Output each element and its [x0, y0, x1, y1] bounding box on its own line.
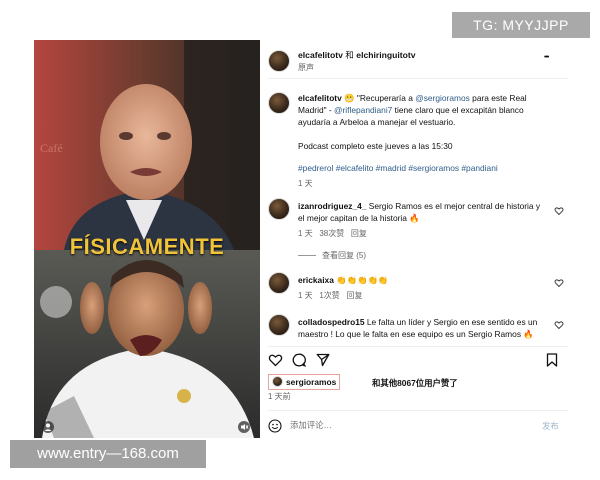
mute-icon[interactable]	[238, 420, 250, 433]
watermark-top-right: TG: MYYJJPP	[452, 12, 590, 38]
caption-podcast: Podcast completo este jueves a las 15:30	[298, 141, 453, 151]
comment-3: colladospedro15 Le falta un líder y Serg…	[298, 317, 538, 339]
caption-emoji: 😬	[344, 93, 355, 103]
comment-avatar[interactable]	[268, 272, 290, 294]
comment-like-heart-icon[interactable]	[554, 206, 564, 216]
caption-hashtags[interactable]: #pedrerol #elcafelito #madrid #sergioram…	[298, 162, 552, 174]
svg-text:Café: Café	[40, 141, 63, 155]
comment-input-bar: 发布	[268, 410, 568, 439]
like-heart-icon[interactable]	[268, 353, 283, 367]
replies-divider	[298, 255, 316, 257]
comment-user[interactable]: izanrodriguez_4_	[298, 201, 366, 211]
comment-avatar[interactable]	[268, 198, 290, 220]
comment-input[interactable]	[290, 418, 510, 432]
comment-2-meta: 1 天 1次赞 回复	[298, 291, 363, 300]
post-header: elcafelitotv 和 elchiringuitotv 原声 •••	[268, 40, 568, 79]
author-avatar[interactable]	[268, 50, 290, 72]
comment-2: erickaixa 👏👏👏👏👏	[298, 275, 389, 285]
caption-author-avatar[interactable]	[268, 92, 290, 114]
more-options-button[interactable]: •••	[544, 54, 549, 61]
post-comment-button[interactable]: 发布	[542, 420, 559, 432]
header-and: 和	[345, 50, 354, 60]
action-bar	[268, 346, 568, 369]
comment-avatar[interactable]	[268, 314, 290, 336]
view-replies-link[interactable]: 查看回复 (5)	[298, 250, 366, 261]
post-panel: elcafelitotv 和 elchiringuitotv 原声 ••• el…	[268, 40, 568, 438]
comment-like-heart-icon[interactable]	[554, 278, 564, 288]
comment-user[interactable]: colladospedro15	[298, 317, 365, 327]
comment-1: izanrodriguez_4_ Sergio Ramos es el mejo…	[298, 201, 541, 223]
save-bookmark-icon[interactable]	[546, 353, 558, 367]
comment-user[interactable]: erickaixa	[298, 275, 334, 285]
mention-sergioramos[interactable]: @sergioramos	[415, 93, 470, 103]
user-tag-icon[interactable]	[42, 420, 54, 433]
emoji-icon[interactable]	[268, 419, 282, 433]
comment-bubble-icon[interactable]	[292, 353, 306, 367]
comment-like-heart-icon[interactable]	[554, 320, 564, 330]
caption-time: 1 天	[298, 179, 313, 188]
likes-summary[interactable]: sergioramos	[268, 374, 341, 390]
comment-1-meta: 1 天 38次赞 回复	[298, 229, 367, 238]
liker-avatar	[272, 376, 283, 387]
header-coauthor[interactable]: elchiringuitotv	[356, 50, 415, 60]
instagram-post: Café FÍSICAMENTE elcafelitotv 和 elchirin…	[32, 40, 568, 444]
post-time: 1 天前	[268, 392, 291, 401]
likes-count[interactable]: 和其他8067位用户赞了	[372, 376, 458, 390]
post-video[interactable]: Café FÍSICAMENTE	[34, 40, 260, 438]
watermark-bottom-left: www.entry—168.com	[10, 440, 206, 468]
caption-text: elcafelitotv 😬 "Recuperaría a @sergioram…	[298, 93, 527, 127]
liker-user[interactable]: sergioramos	[286, 377, 336, 387]
share-send-icon[interactable]	[316, 353, 330, 367]
audio-label[interactable]: 原声	[298, 62, 314, 73]
video-overlay-title: FÍSICAMENTE	[69, 234, 225, 259]
caption-author[interactable]: elcafelitotv	[298, 93, 342, 103]
mention-riflepandiani7[interactable]: @riflepandiani7	[334, 105, 392, 115]
header-author[interactable]: elcafelitotv	[298, 50, 343, 60]
